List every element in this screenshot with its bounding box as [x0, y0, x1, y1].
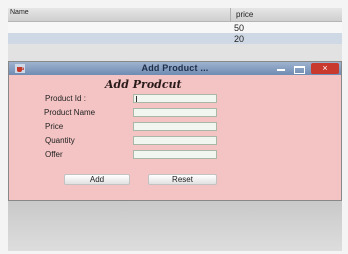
quantity-label: Quantity	[45, 136, 75, 145]
price-cell: 50	[234, 23, 245, 33]
column-header-price[interactable]: price	[236, 10, 253, 19]
product-id-field[interactable]	[133, 94, 217, 103]
add-product-dialog: Add Product ... × Add Prodcut Product Id…	[8, 61, 342, 201]
price-label: Price	[45, 122, 64, 131]
form-heading: Add Prodcut	[105, 78, 182, 91]
offer-label: Offer	[45, 150, 63, 159]
maximize-icon[interactable]	[291, 63, 307, 74]
table-header: Name price	[8, 8, 342, 22]
column-separator	[230, 8, 231, 21]
text-caret	[136, 96, 137, 102]
product-name-label: Product Name	[44, 108, 96, 117]
table-empty-area	[8, 44, 342, 62]
offer-field[interactable]	[133, 150, 217, 159]
screen: Name price 50 20 Add Product ... × Add P…	[8, 8, 342, 251]
close-icon[interactable]: ×	[311, 63, 339, 74]
product-name-field[interactable]	[133, 108, 217, 117]
window-bottom-area	[8, 201, 342, 251]
price-cell: 20	[234, 34, 245, 44]
table-row[interactable]: 50	[8, 22, 342, 33]
dialog-titlebar[interactable]: Add Product ... ×	[9, 62, 341, 75]
add-button[interactable]: Add	[64, 174, 130, 185]
quantity-field[interactable]	[133, 136, 217, 145]
price-field[interactable]	[133, 122, 217, 131]
minimize-icon[interactable]	[273, 63, 289, 74]
product-id-label: Product Id :	[45, 94, 86, 103]
reset-button[interactable]: Reset	[148, 174, 217, 185]
column-header-name[interactable]: Name	[10, 9, 29, 16]
table-row[interactable]: 20	[8, 33, 342, 44]
